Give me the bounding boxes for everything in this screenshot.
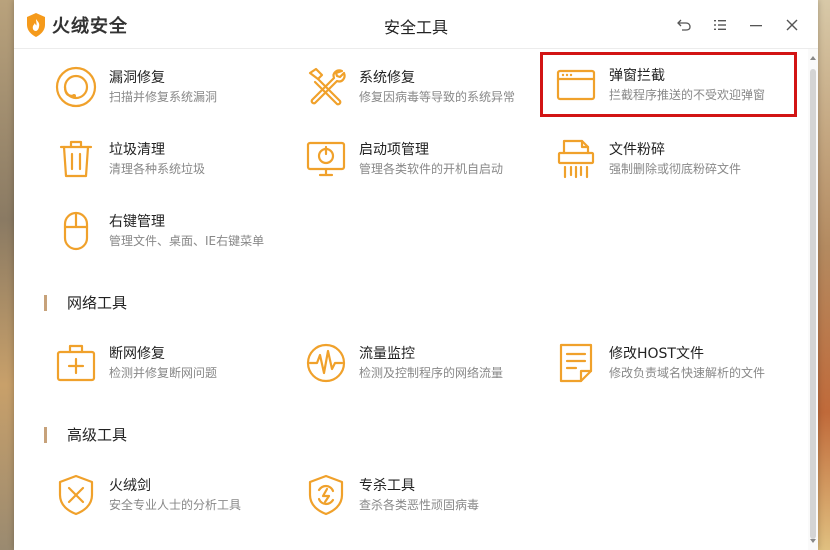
tool-desc: 拦截程序推送的不受欢迎弹窗	[609, 87, 766, 102]
tool-right-click-manager[interactable]: 右键管理 管理文件、桌面、IE右键菜单	[40, 201, 290, 261]
popup-block-icon	[556, 69, 596, 100]
vertical-scrollbar[interactable]	[808, 49, 818, 550]
medkit-icon	[56, 344, 96, 382]
shredder-icon	[557, 139, 595, 179]
tool-name: 断网修复	[109, 346, 165, 362]
scroll-up-arrow-icon[interactable]	[810, 56, 816, 60]
tool-startup-manager[interactable]: 启动项管理 管理各类软件的开机自启动	[290, 129, 540, 189]
tool-desc: 查杀各类恶性顽固病毒	[359, 498, 480, 512]
back-arrow-icon	[677, 19, 691, 31]
startup-monitor-icon	[306, 141, 346, 177]
vulnerability-fix-icon	[55, 66, 97, 108]
scrollbar-thumb[interactable]	[810, 69, 816, 539]
tool-vulnerability-fix[interactable]: 漏洞修复 扫描并修复系统漏洞	[40, 57, 290, 117]
security-tools-window: 火绒安全 安全工具 漏洞修复 扫描并修复系统漏洞 系统修复 修复因病毒等导致的系…	[14, 0, 818, 550]
tool-huorong-sword[interactable]: 火绒剑 安全专业人士的分析工具	[40, 465, 290, 525]
menu-button[interactable]	[702, 14, 738, 36]
system-repair-icon	[308, 67, 346, 106]
minimize-button[interactable]	[738, 14, 774, 36]
close-button[interactable]	[774, 14, 810, 36]
scroll-down-arrow-icon[interactable]	[810, 539, 816, 543]
trash-icon	[59, 140, 93, 178]
tool-name: 专杀工具	[359, 478, 415, 494]
tool-desc: 强制删除或彻底粉碎文件	[609, 162, 742, 176]
tool-name: 弹窗拦截	[609, 67, 665, 84]
tool-desc: 检测及控制程序的网络流量	[359, 366, 504, 380]
section-title-text: 高级工具	[67, 426, 128, 444]
host-file-icon	[559, 343, 593, 383]
section-bar	[44, 294, 47, 311]
tool-network-repair[interactable]: 断网修复 检测并修复断网问题	[40, 333, 290, 393]
tool-desc: 清理各种系统垃圾	[109, 162, 206, 176]
tool-name: 漏洞修复	[109, 70, 165, 86]
virus-kill-shield-icon	[308, 474, 344, 516]
section-advanced-title: 高级工具	[44, 424, 127, 445]
traffic-monitor-icon	[306, 343, 346, 383]
tool-name: 启动项管理	[359, 142, 429, 158]
tool-system-repair[interactable]: 系统修复 修复因病毒等导致的系统异常	[290, 57, 540, 117]
mouse-icon	[63, 211, 89, 251]
tool-host-file[interactable]: 修改HOST文件 修改负责域名快速解析的文件	[540, 333, 790, 393]
list-menu-icon	[714, 20, 726, 30]
tool-desc: 修改负责域名快速解析的文件	[609, 366, 766, 380]
tool-name: 垃圾清理	[109, 142, 165, 158]
tool-name: 系统修复	[359, 70, 415, 86]
tool-desc: 安全专业人士的分析工具	[109, 498, 242, 512]
tool-name: 流量监控	[359, 346, 415, 362]
tool-desc: 管理各类软件的开机自启动	[359, 162, 504, 176]
tool-trash-clean[interactable]: 垃圾清理 清理各种系统垃圾	[40, 129, 290, 189]
tool-name: 火绒剑	[109, 478, 151, 494]
window-controls	[666, 14, 810, 36]
tool-name: 修改HOST文件	[609, 346, 704, 362]
tool-name: 文件粉碎	[609, 142, 665, 158]
close-icon	[786, 19, 798, 31]
tool-desc: 扫描并修复系统漏洞	[109, 90, 218, 104]
section-bar	[44, 426, 47, 443]
minimize-icon	[750, 25, 762, 27]
background-left	[0, 0, 14, 550]
tools-content: 漏洞修复 扫描并修复系统漏洞 系统修复 修复因病毒等导致的系统异常 弹窗拦截 拦…	[14, 49, 808, 550]
back-button[interactable]	[666, 14, 702, 36]
tool-desc: 检测并修复断网问题	[109, 366, 218, 380]
tool-virus-killer[interactable]: 专杀工具 查杀各类恶性顽固病毒	[290, 465, 540, 525]
section-title-text: 网络工具	[67, 294, 128, 312]
tool-desc: 管理文件、桌面、IE右键菜单	[109, 234, 265, 248]
title-bar[interactable]: 火绒安全 安全工具	[14, 0, 818, 49]
tool-name: 右键管理	[109, 214, 165, 230]
background-right	[818, 0, 830, 550]
tool-traffic-monitor[interactable]: 流量监控 检测及控制程序的网络流量	[290, 333, 540, 393]
sword-shield-icon	[58, 474, 94, 516]
section-network-title: 网络工具	[44, 292, 127, 313]
tool-file-shredder[interactable]: 文件粉碎 强制删除或彻底粉碎文件	[540, 129, 790, 189]
tool-popup-block[interactable]: 弹窗拦截 拦截程序推送的不受欢迎弹窗	[540, 52, 797, 117]
tool-desc: 修复因病毒等导致的系统异常	[359, 90, 516, 104]
